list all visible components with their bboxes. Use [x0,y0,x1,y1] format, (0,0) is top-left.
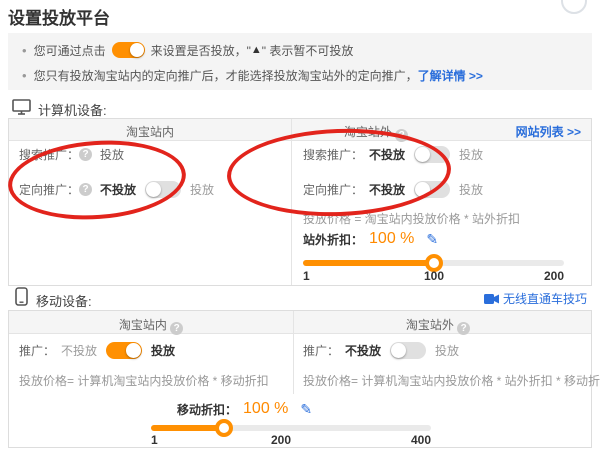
wireless-tips-link[interactable]: 无线直通车技巧 [484,290,587,307]
notice-line-2: • 您只有投放淘宝站内的定向推广后，才能选择投放淘宝站外的定向推广， 了解详情 … [22,65,483,85]
targeted-off-label: 不投放 [100,181,136,198]
notice-line-1: • 您可通过点击 来设置是否投放，" ▲ " 表示暂不可投放 [22,40,353,60]
slider-fill [151,425,224,431]
targeted-on-label: 投放 [190,181,214,198]
phone-icon [15,287,28,306]
warning-icon: ▲ [251,44,262,56]
mobile-header-offsite-label: 淘宝站外 [406,318,454,332]
notice-box: • 您可通过点击 来设置是否投放，" ▲ " 表示暂不可投放 • 您只有投放淘宝… [8,33,592,90]
slider-tick-mid: 200 [261,433,301,447]
column-divider [293,311,294,394]
slider-tick-min: 1 [303,269,310,283]
help-icon[interactable]: ? [79,183,92,196]
example-toggle[interactable] [112,42,145,58]
notice-line2-text: 您只有投放淘宝站内的定向推广后，才能选择投放淘宝站外的定向推广， [34,67,418,84]
promo-on-label: 投放 [435,342,459,359]
search-promo-label: 搜索推广： [303,146,363,163]
offsite-discount-slider[interactable] [303,260,564,266]
onsite-search-row: 搜索推广： ? 投放 [19,145,124,163]
offsite-search-toggle[interactable] [414,146,450,163]
computer-table: 淘宝站内 淘宝站外 ? 网站列表 >> 搜索推广： ? 投放 定向推广： ? 不… [8,118,592,286]
promo-label: 推广： [19,342,55,359]
slider-tick-max: 200 [524,269,564,283]
promo-off-label: 不投放 [61,342,97,359]
targeted-on-label: 投放 [459,181,483,198]
learn-more-link[interactable]: 了解详情 >> [418,67,483,84]
promo-label: 推广： [303,342,339,359]
computer-header-offsite: 淘宝站外 ? [291,123,461,142]
toggle-knob [146,182,161,197]
targeted-promo-label: 定向推广： [19,181,79,198]
video-icon [484,294,499,304]
notice-line1-end: " 表示暂不可投放 [262,42,354,59]
close-button[interactable] [561,0,587,14]
offsite-discount-label: 站外折扣： [303,231,363,248]
offsite-targeted-row: 定向推广： 不投放 投放 [303,180,483,198]
offsite-discount-value: 100 % [369,230,414,248]
offsite-targeted-toggle[interactable] [414,181,450,198]
edit-pencil-icon[interactable]: ✎ [300,401,312,418]
help-icon[interactable]: ? [457,322,470,335]
column-divider [291,119,292,285]
mobile-table: 淘宝站内 ? 淘宝站外 ? 推广： 不投放 投放 投放价格= 计算机淘宝站内投放… [8,310,592,448]
targeted-promo-label: 定向推广： [303,181,363,198]
slider-tick-min: 1 [151,433,158,447]
monitor-icon [12,99,32,115]
onsite-targeted-row: 定向推广： ? 不投放 投放 [19,180,214,198]
mobile-discount-label: 移动折扣： [177,401,237,418]
mobile-onsite-toggle[interactable] [106,342,142,359]
mobile-offsite-toggle[interactable] [390,342,426,359]
computer-header-onsite: 淘宝站内 [9,123,291,140]
bullet-icon: • [22,68,27,83]
slider-tick-max: 400 [391,433,431,447]
slider-tick-mid: 100 [414,269,454,283]
wireless-tips-label[interactable]: 无线直通车技巧 [503,290,587,307]
mobile-table-header: 淘宝站内 ? 淘宝站外 ? [9,311,591,334]
mobile-header-offsite: 淘宝站外 ? [293,316,583,335]
help-icon[interactable]: ? [79,148,92,161]
toggle-knob [415,182,430,197]
promo-on-label: 投放 [151,342,175,359]
mobile-section-label: 移动设备: [36,291,92,310]
computer-table-header: 淘宝站内 淘宝站外 ? 网站列表 >> [9,119,591,141]
mobile-discount-value: 100 % [243,400,288,418]
toggle-knob [130,43,144,57]
search-on-label: 投放 [459,146,483,163]
notice-line1-pre: 您可通过点击 [34,42,106,59]
onsite-targeted-toggle[interactable] [145,181,181,198]
toggle-knob [126,343,141,358]
mobile-discount-row: 移动折扣： 100 % ✎ [177,398,312,420]
mobile-onsite-formula: 投放价格= 计算机淘宝站内投放价格 * 移动折扣 [19,371,269,389]
mobile-onsite-promo-row: 推广： 不投放 投放 [19,341,175,359]
help-icon[interactable]: ? [395,129,408,142]
notice-line1-mid: 来设置是否投放，" [151,42,251,59]
search-off-label: 不投放 [369,146,405,163]
toggle-knob [415,147,430,162]
computer-section-label: 计算机设备: [38,100,107,119]
mobile-offsite-formula: 投放价格= 计算机淘宝站内投放价格 * 站外折扣 * 移动折扣 [303,371,600,389]
mobile-discount-slider[interactable] [151,425,431,431]
help-icon[interactable]: ? [170,322,183,335]
edit-pencil-icon[interactable]: ✎ [426,231,438,248]
slider-handle[interactable] [215,419,233,437]
website-list-link[interactable]: 网站列表 >> [516,123,581,140]
promo-off-label: 不投放 [345,342,381,359]
computer-header-offsite-label: 淘宝站外 [344,125,392,139]
delivery-platform-panel: 设置投放平台 • 您可通过点击 来设置是否投放，" ▲ " 表示暂不可投放 • … [0,0,600,449]
search-promo-label: 搜索推广： [19,146,79,163]
offsite-price-formula: 投放价格 = 淘宝站内投放价格 * 站外折扣 [303,209,520,227]
search-promo-state: 投放 [100,146,124,163]
offsite-discount-row: 站外折扣： 100 % ✎ [303,228,438,250]
mobile-header-onsite-label: 淘宝站内 [119,318,167,332]
bullet-icon: • [22,43,27,58]
slider-fill [303,260,434,266]
offsite-search-row: 搜索推广： 不投放 投放 [303,145,483,163]
mobile-offsite-promo-row: 推广： 不投放 投放 [303,341,459,359]
toggle-knob [391,343,406,358]
mobile-header-onsite: 淘宝站内 ? [9,316,293,335]
page-title: 设置投放平台 [8,4,110,29]
targeted-off-label: 不投放 [369,181,405,198]
